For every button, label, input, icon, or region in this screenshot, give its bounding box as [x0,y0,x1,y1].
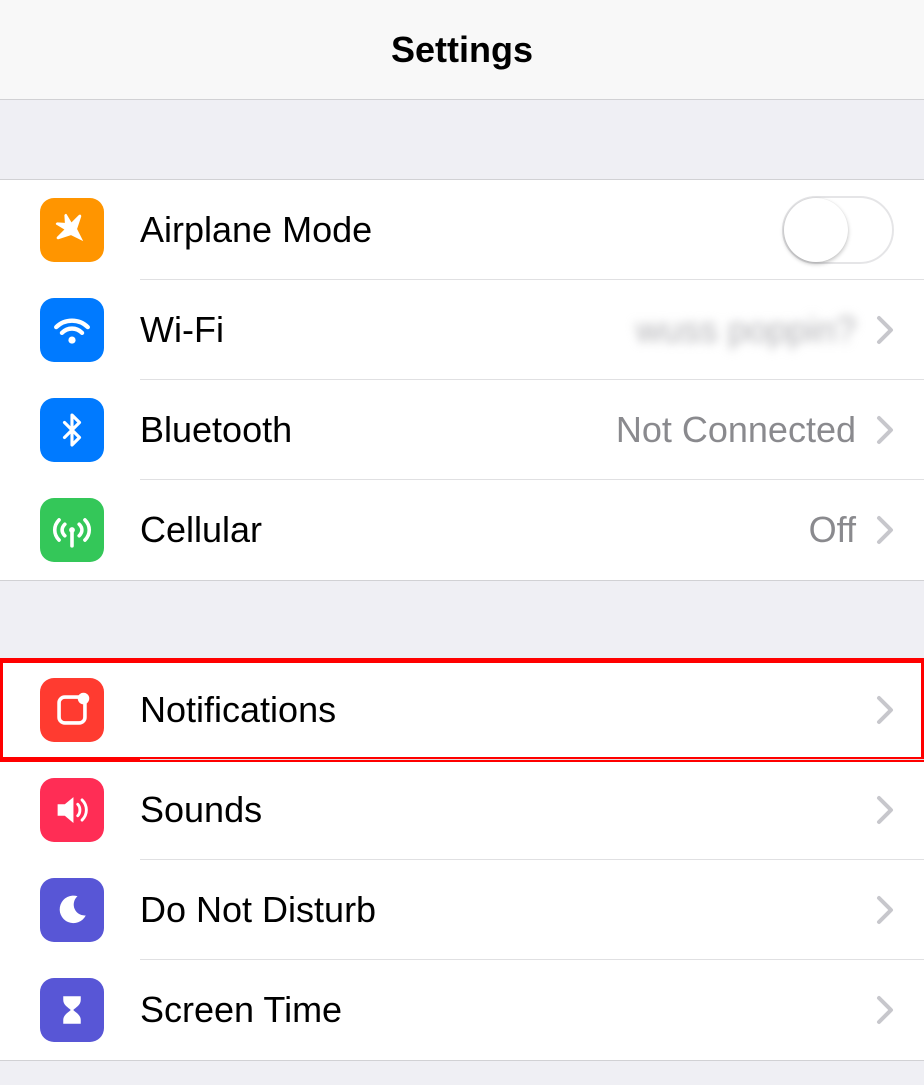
screentime-icon [40,978,104,1042]
header-bar: Settings [0,0,924,100]
row-value: wuss poppin? [636,309,856,351]
toggle-knob [784,198,848,262]
chevron-right-icon [876,315,894,345]
row-label: Airplane Mode [140,209,782,251]
row-label: Bluetooth [140,409,616,451]
settings-row-wifi[interactable]: Wi-Fiwuss poppin? [0,280,924,380]
settings-row-screentime[interactable]: Screen Time [0,960,924,1060]
chevron-right-icon [876,795,894,825]
settings-section: Airplane ModeWi-Fiwuss poppin?BluetoothN… [0,180,924,580]
chevron-right-icon [876,515,894,545]
page-title: Settings [391,29,533,71]
section-spacer [0,580,924,660]
row-value: Not Connected [616,409,856,451]
row-value: Off [809,509,856,551]
chevron-right-icon [876,995,894,1025]
chevron-right-icon [876,415,894,445]
settings-row-notifications[interactable]: Notifications [0,660,924,760]
settings-row-sounds[interactable]: Sounds [0,760,924,860]
toggle-airplane[interactable] [782,196,894,264]
row-label: Sounds [140,789,876,831]
dnd-icon [40,878,104,942]
row-label: Screen Time [140,989,876,1031]
row-label: Cellular [140,509,809,551]
notifications-icon [40,678,104,742]
section-spacer [0,100,924,180]
chevron-right-icon [876,695,894,725]
cellular-icon [40,498,104,562]
settings-row-airplane[interactable]: Airplane Mode [0,180,924,280]
row-label: Do Not Disturb [140,889,876,931]
wifi-icon [40,298,104,362]
sounds-icon [40,778,104,842]
row-label: Notifications [140,689,876,731]
airplane-icon [40,198,104,262]
settings-row-dnd[interactable]: Do Not Disturb [0,860,924,960]
settings-section: Notifications Sounds Do Not Disturb Screen … [0,660,924,1061]
chevron-right-icon [876,895,894,925]
bluetooth-icon [40,398,104,462]
settings-row-cellular[interactable]: CellularOff [0,480,924,580]
settings-row-bluetooth[interactable]: BluetoothNot Connected [0,380,924,480]
row-label: Wi-Fi [140,309,636,351]
